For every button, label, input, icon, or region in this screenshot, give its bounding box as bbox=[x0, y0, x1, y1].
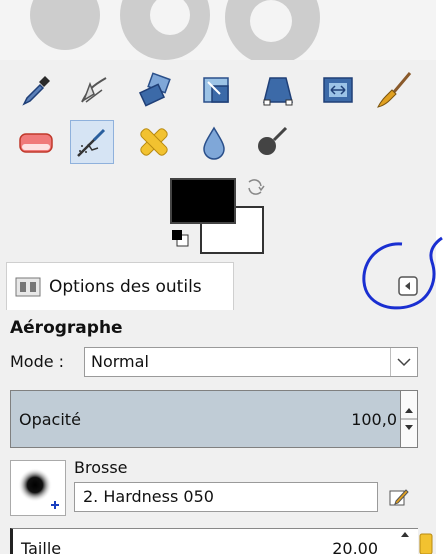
heal-tool[interactable] bbox=[132, 120, 176, 164]
dock-tab-bar: Options des outils bbox=[0, 236, 443, 310]
color-picker-tool[interactable] bbox=[14, 68, 58, 112]
spinner-arrows-icon bbox=[401, 408, 417, 430]
opacity-label: Opacité bbox=[19, 410, 81, 429]
reset-size-icon[interactable] bbox=[418, 532, 434, 554]
chevron-down-icon bbox=[397, 358, 411, 367]
foreground-color-swatch[interactable] bbox=[170, 178, 236, 224]
annotation-circle bbox=[362, 236, 443, 310]
blur-icon bbox=[203, 126, 225, 160]
brush-shape-icon bbox=[18, 468, 59, 509]
airbrush-tool[interactable] bbox=[70, 120, 114, 164]
smudge-tool[interactable] bbox=[250, 120, 294, 164]
size-spinner-arrows-icon[interactable] bbox=[398, 528, 412, 554]
smudge-icon bbox=[258, 126, 288, 155]
tab-tool-options[interactable]: Options des outils bbox=[6, 262, 234, 310]
brush-name-field[interactable]: 2. Hardness 050 bbox=[74, 482, 378, 512]
default-colors-icon[interactable] bbox=[170, 228, 190, 248]
mode-select[interactable]: Normal bbox=[84, 347, 418, 377]
tab-tool-options-label: Options des outils bbox=[49, 276, 202, 297]
opacity-spinner[interactable] bbox=[400, 391, 417, 447]
eraser-icon bbox=[19, 133, 53, 153]
header-decoration bbox=[0, 0, 444, 60]
crop-icon bbox=[203, 77, 229, 103]
airbrush-icon bbox=[77, 128, 106, 157]
paths-icon bbox=[81, 77, 107, 103]
mode-value: Normal bbox=[91, 352, 149, 371]
perspective-tool[interactable] bbox=[256, 68, 300, 112]
flip-tool[interactable] bbox=[316, 68, 360, 112]
brush-label: Brosse bbox=[74, 458, 128, 477]
opacity-slider[interactable]: Opacité 100,0 bbox=[10, 390, 418, 448]
eraser-tool[interactable] bbox=[14, 120, 58, 164]
mode-dropdown-button[interactable] bbox=[390, 348, 417, 376]
paintbrush-tool[interactable] bbox=[372, 68, 416, 112]
brush-value: 2. Hardness 050 bbox=[83, 487, 214, 506]
tool-title: Aérographe bbox=[10, 318, 123, 338]
crop-tool[interactable] bbox=[194, 68, 238, 112]
swap-colors-icon[interactable] bbox=[244, 176, 266, 198]
paintbrush-icon bbox=[377, 72, 412, 108]
brush-preview[interactable] bbox=[10, 460, 66, 516]
tool-options-icon bbox=[15, 277, 41, 296]
blur-tool[interactable] bbox=[192, 120, 236, 164]
paths-tool[interactable] bbox=[72, 68, 116, 112]
size-value: 20,00 bbox=[332, 539, 378, 554]
size-slider[interactable]: Taille 20,00 bbox=[10, 528, 418, 554]
heal-icon bbox=[140, 128, 168, 156]
flip-icon bbox=[323, 77, 353, 103]
color-picker-icon bbox=[22, 76, 50, 106]
transform-icon bbox=[138, 72, 171, 107]
opacity-value: 100,0 bbox=[351, 410, 397, 429]
edit-brush-icon[interactable] bbox=[388, 486, 410, 508]
size-label: Taille bbox=[21, 539, 62, 554]
perspective-icon bbox=[263, 77, 293, 106]
tool-options-panel: Aérographe Mode : Normal Opacité 100,0 B… bbox=[0, 310, 436, 554]
transform-tool[interactable] bbox=[134, 68, 178, 112]
mode-label: Mode : bbox=[10, 352, 65, 371]
